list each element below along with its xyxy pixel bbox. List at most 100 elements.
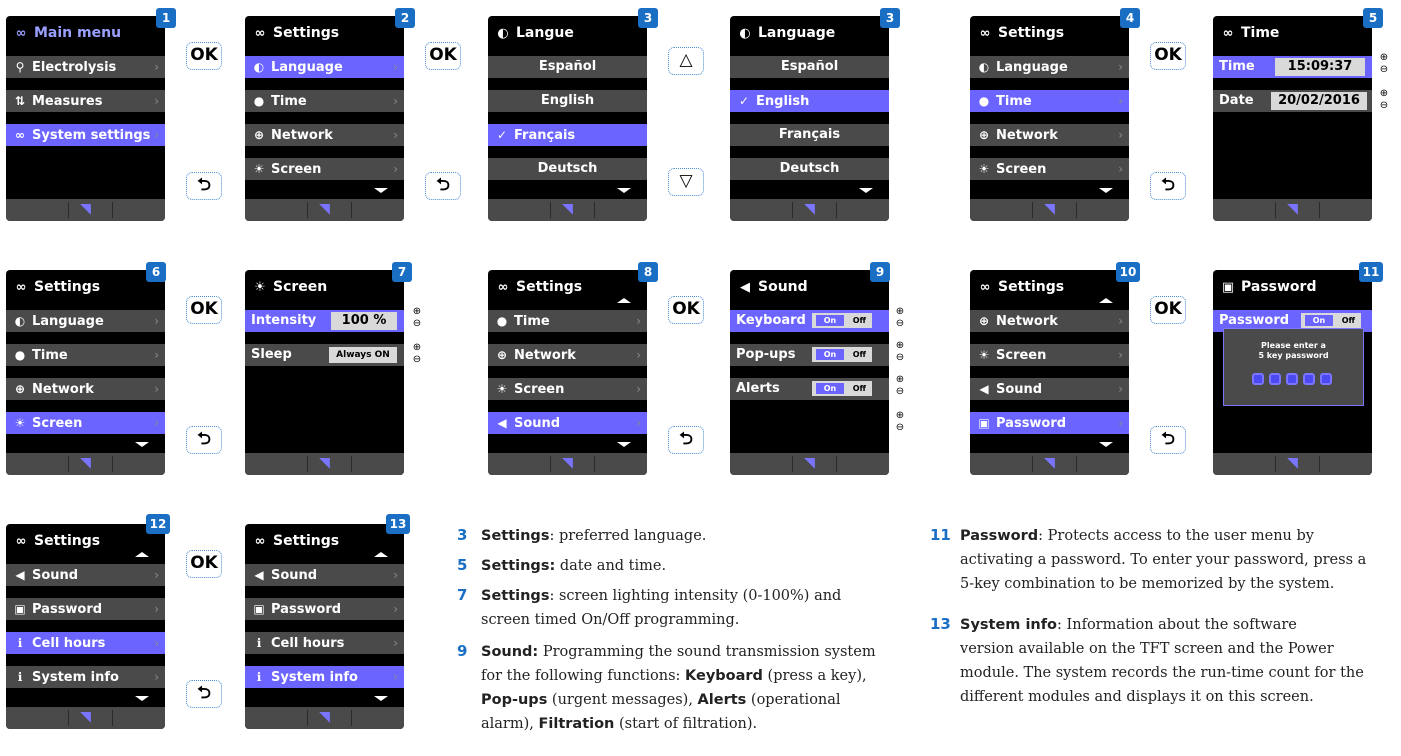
- clock-icon: ●: [978, 94, 990, 108]
- password-toggle[interactable]: On Off: [1301, 313, 1361, 328]
- back-button[interactable]: ⮌: [425, 172, 461, 200]
- desc-keyword: Pop-ups: [481, 692, 548, 708]
- menu-item-password[interactable]: ▣ Password ›: [970, 412, 1129, 434]
- menu-item-sound[interactable]: ◀ Sound ›: [6, 564, 165, 586]
- menu-item-screen[interactable]: ☀ Screen ›: [970, 344, 1129, 366]
- step-badge: 10: [1116, 262, 1140, 282]
- menu-item-sound[interactable]: ◀ Sound ›: [488, 412, 647, 434]
- minus-icon[interactable]: ⊖: [894, 386, 906, 397]
- title-text: Settings: [998, 279, 1065, 295]
- menu-item-electrolysis[interactable]: ⚲ Electrolysis ›: [6, 56, 165, 78]
- plus-icon[interactable]: ⊕: [1378, 88, 1390, 99]
- menu-item-cell-hours[interactable]: ℹ Cell hours ›: [6, 632, 165, 654]
- plus-icon[interactable]: ⊕: [1378, 52, 1390, 63]
- menu-item-screen[interactable]: ☀ Screen ›: [245, 158, 404, 180]
- menu-item-network[interactable]: ⊕ Network ›: [488, 344, 647, 366]
- desc-text: activating a password. To enter your pas…: [960, 552, 1367, 568]
- plus-icon[interactable]: ⊕: [894, 410, 906, 421]
- info-icon: ℹ: [256, 670, 262, 684]
- menu-item-language[interactable]: ◐ Language ›: [6, 310, 165, 332]
- menu-item-sound[interactable]: ◀ Sound ›: [970, 378, 1129, 400]
- menu-item-cell-hours[interactable]: ℹ Cell hours ›: [245, 632, 404, 654]
- minus-icon[interactable]: ⊖: [411, 354, 423, 365]
- scroll-down-icon: [859, 188, 873, 193]
- menu-item-time[interactable]: ● Time ›: [488, 310, 647, 332]
- ok-button[interactable]: OK: [1150, 296, 1186, 324]
- menu-item-language[interactable]: ◐ Language ›: [970, 56, 1129, 78]
- ok-button[interactable]: OK: [186, 42, 222, 70]
- time-value[interactable]: 15:09:37: [1275, 58, 1365, 76]
- minus-icon[interactable]: ⊖: [1378, 100, 1390, 111]
- date-value[interactable]: 20/02/2016: [1271, 92, 1367, 110]
- footer-bar: ◥: [730, 199, 889, 221]
- wifi-icon: ◥: [1044, 455, 1055, 471]
- back-button[interactable]: ⮌: [186, 680, 222, 708]
- back-button[interactable]: ⮌: [186, 426, 222, 454]
- minus-icon[interactable]: ⊖: [894, 352, 906, 363]
- language-option[interactable]: English: [488, 90, 647, 112]
- password-key-slot[interactable]: [1252, 373, 1264, 385]
- plus-icon[interactable]: ⊕: [894, 374, 906, 385]
- minus-icon[interactable]: ⊖: [1378, 64, 1390, 75]
- globe-icon: ◐: [739, 26, 751, 41]
- wifi-icon: ◥: [319, 709, 330, 725]
- item-label: Screen: [271, 162, 322, 177]
- popups-toggle[interactable]: On Off: [812, 347, 872, 362]
- ok-button[interactable]: OK: [668, 296, 704, 324]
- menu-item-time[interactable]: ● Time ›: [245, 90, 404, 112]
- language-option[interactable]: Español: [488, 56, 647, 78]
- menu-item-time[interactable]: ● Time ›: [970, 90, 1129, 112]
- back-button[interactable]: ⮌: [668, 426, 704, 454]
- wifi-icon: ◥: [562, 201, 573, 217]
- menu-item-password[interactable]: ▣ Password ›: [6, 598, 165, 620]
- menu-item-network[interactable]: ⊕ Network ›: [970, 124, 1129, 146]
- language-option-selected[interactable]: ✓ Français: [488, 124, 647, 146]
- ok-button[interactable]: OK: [186, 296, 222, 324]
- menu-item-language[interactable]: ◐ Language ›: [245, 56, 404, 78]
- ok-button[interactable]: OK: [1150, 42, 1186, 70]
- menu-item-screen[interactable]: ☀ Screen ›: [970, 158, 1129, 180]
- password-key-slot[interactable]: [1303, 373, 1315, 385]
- menu-item-measures[interactable]: ⇅ Measures ›: [6, 90, 165, 112]
- back-button[interactable]: ⮌: [1150, 426, 1186, 454]
- plus-icon[interactable]: ⊕: [894, 340, 906, 351]
- menu-item-network[interactable]: ⊕ Network ›: [970, 310, 1129, 332]
- ok-button[interactable]: OK: [186, 550, 222, 578]
- plus-icon[interactable]: ⊕: [411, 306, 423, 317]
- language-option-selected[interactable]: ✓ English: [730, 90, 889, 112]
- menu-item-system-info[interactable]: ℹ System info ›: [245, 666, 404, 688]
- menu-item-system-info[interactable]: ℹ System info ›: [6, 666, 165, 688]
- scroll-down-icon: [617, 188, 631, 193]
- minus-icon[interactable]: ⊖: [411, 318, 423, 329]
- minus-icon[interactable]: ⊖: [894, 422, 906, 433]
- back-button[interactable]: ⮌: [1150, 172, 1186, 200]
- password-key-slot[interactable]: [1269, 373, 1281, 385]
- down-button[interactable]: ▽: [668, 168, 704, 196]
- sleep-value[interactable]: Always ON: [329, 347, 397, 363]
- back-button[interactable]: ⮌: [186, 172, 222, 200]
- alerts-toggle[interactable]: On Off: [812, 381, 872, 396]
- language-option[interactable]: Español: [730, 56, 889, 78]
- password-key-slot[interactable]: [1320, 373, 1332, 385]
- on-label: On: [816, 315, 844, 326]
- minus-icon[interactable]: ⊖: [894, 318, 906, 329]
- menu-item-network[interactable]: ⊕ Network ›: [245, 124, 404, 146]
- keyboard-toggle[interactable]: On Off: [812, 313, 872, 328]
- plus-icon[interactable]: ⊕: [411, 342, 423, 353]
- menu-item-system-settings[interactable]: ∞ System settings ›: [6, 124, 165, 146]
- up-button[interactable]: △: [668, 47, 704, 75]
- language-option[interactable]: Deutsch: [730, 158, 889, 180]
- plus-icon[interactable]: ⊕: [894, 306, 906, 317]
- menu-item-time[interactable]: ● Time ›: [6, 344, 165, 366]
- language-option[interactable]: Deutsch: [488, 158, 647, 180]
- password-key-slot[interactable]: [1286, 373, 1298, 385]
- language-option[interactable]: Français: [730, 124, 889, 146]
- intensity-value[interactable]: 100 %: [331, 312, 397, 330]
- menu-item-password[interactable]: ▣ Password ›: [245, 598, 404, 620]
- item-label: Language: [271, 60, 343, 75]
- ok-button[interactable]: OK: [425, 42, 461, 70]
- menu-item-network[interactable]: ⊕ Network ›: [6, 378, 165, 400]
- menu-item-screen[interactable]: ☀ Screen ›: [488, 378, 647, 400]
- menu-item-sound[interactable]: ◀ Sound ›: [245, 564, 404, 586]
- menu-item-screen[interactable]: ☀ Screen ›: [6, 412, 165, 434]
